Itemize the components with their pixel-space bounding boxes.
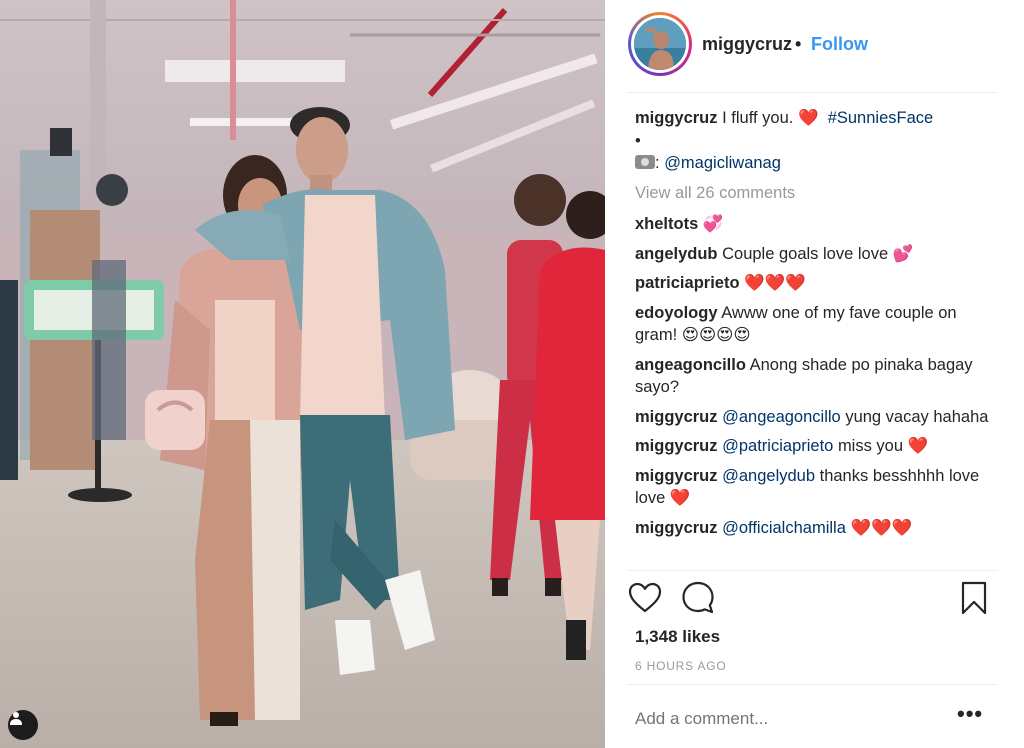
comment-item: angeagoncillo Anong shade po pinaka baga…	[635, 354, 1003, 399]
post-sidebar: miggycruz • Follow miggycruz I fluff you…	[605, 0, 1024, 748]
heart-outline-icon[interactable]	[625, 578, 665, 618]
follow-button[interactable]: Follow	[811, 34, 868, 55]
footer-divider	[627, 684, 998, 685]
comment-emoji: ❤️	[907, 437, 929, 455]
comment-bubble-icon[interactable]	[678, 578, 718, 618]
post-photo[interactable]	[0, 0, 605, 748]
comment-item: angelydub Couple goals love love 💕	[635, 243, 1003, 266]
caption-credit-sep: :	[655, 154, 660, 172]
comment-mention[interactable]: @angeagoncillo	[722, 408, 841, 426]
comment-item: patriciaprieto ❤️❤️❤️	[635, 272, 1003, 295]
comment-mention[interactable]: @angelydub	[722, 467, 815, 485]
post-header: miggycruz • Follow	[605, 0, 1024, 88]
likes-count[interactable]: 1,348 likes	[635, 627, 720, 647]
comment-username[interactable]: edoyology	[635, 304, 718, 322]
caption-text: I fluff you.	[722, 109, 794, 127]
comment-text: Couple goals love love	[722, 244, 889, 263]
comment-username[interactable]: angeagoncillo	[635, 356, 746, 374]
caption-hashtag[interactable]: #SunniesFace	[828, 109, 934, 127]
camera-emoji-icon	[635, 155, 655, 169]
comment-emoji: ❤️	[669, 489, 691, 507]
comments-list[interactable]: miggycruz I fluff you. ❤️ #SunniesFace •…	[635, 107, 1003, 567]
comment-text: yung vacay hahaha	[845, 407, 989, 426]
comment-mention[interactable]: @patriciaprieto	[722, 437, 833, 455]
comment-mention[interactable]: @officialchamilla	[722, 519, 846, 537]
caption-username[interactable]: miggycruz	[635, 109, 718, 127]
comment-username[interactable]: angelydub	[635, 245, 718, 263]
comment-username[interactable]: miggycruz	[635, 408, 718, 426]
caption-credit: : @magicliwanag	[635, 152, 1003, 175]
add-comment-input[interactable]	[635, 709, 935, 729]
comment-item: xheltots 💞	[635, 213, 1003, 236]
bookmark-icon[interactable]	[954, 578, 994, 618]
comment-emoji: ❤️❤️❤️	[850, 518, 913, 537]
comment-username[interactable]: miggycruz	[635, 519, 718, 537]
comment-item: miggycruz @patriciaprieto miss you ❤️	[635, 435, 1003, 458]
comment-emoji: 💕	[892, 244, 914, 263]
comment-item: edoyology Awww one of my fave couple on …	[635, 302, 1003, 347]
comment-username[interactable]: patriciaprieto	[635, 274, 740, 292]
caption-bullet: •	[635, 131, 641, 150]
comment-item: miggycruz @angeagoncillo yung vacay haha…	[635, 406, 1003, 429]
caption-credit-mention[interactable]: @magicliwanag	[664, 154, 781, 172]
comment-emoji: 😍😍😍😍	[681, 326, 751, 344]
comment-text: miss you	[837, 437, 904, 455]
comment-username[interactable]: miggycruz	[635, 467, 718, 485]
avatar[interactable]	[634, 18, 686, 70]
comment-username[interactable]: miggycruz	[635, 437, 718, 455]
story-ring[interactable]	[628, 12, 692, 76]
action-bar	[605, 578, 1024, 622]
comment-item: miggycruz @officialchamilla ❤️❤️❤️	[635, 517, 1003, 540]
comments-divider	[627, 570, 998, 571]
view-all-comments-link[interactable]: View all 26 comments	[635, 182, 1003, 205]
comment-item: miggycruz @angelydub thanks besshhhh lov…	[635, 465, 1003, 510]
header-divider	[627, 92, 998, 93]
photo-illustration	[0, 0, 605, 748]
caption: miggycruz I fluff you. ❤️ #SunniesFace	[635, 107, 1003, 130]
caption-heart-emoji: ❤️	[797, 109, 819, 127]
post-timestamp[interactable]: 6 HOURS AGO	[635, 659, 727, 673]
more-options-icon[interactable]: •••	[957, 703, 987, 728]
comment-username[interactable]: xheltots	[635, 215, 698, 233]
tagged-user-icon[interactable]	[8, 710, 38, 740]
separator-dot: •	[795, 34, 802, 54]
comment-emoji: ❤️❤️❤️	[744, 274, 806, 292]
comment-emoji: 💞	[702, 215, 724, 233]
header-username[interactable]: miggycruz	[702, 34, 792, 55]
